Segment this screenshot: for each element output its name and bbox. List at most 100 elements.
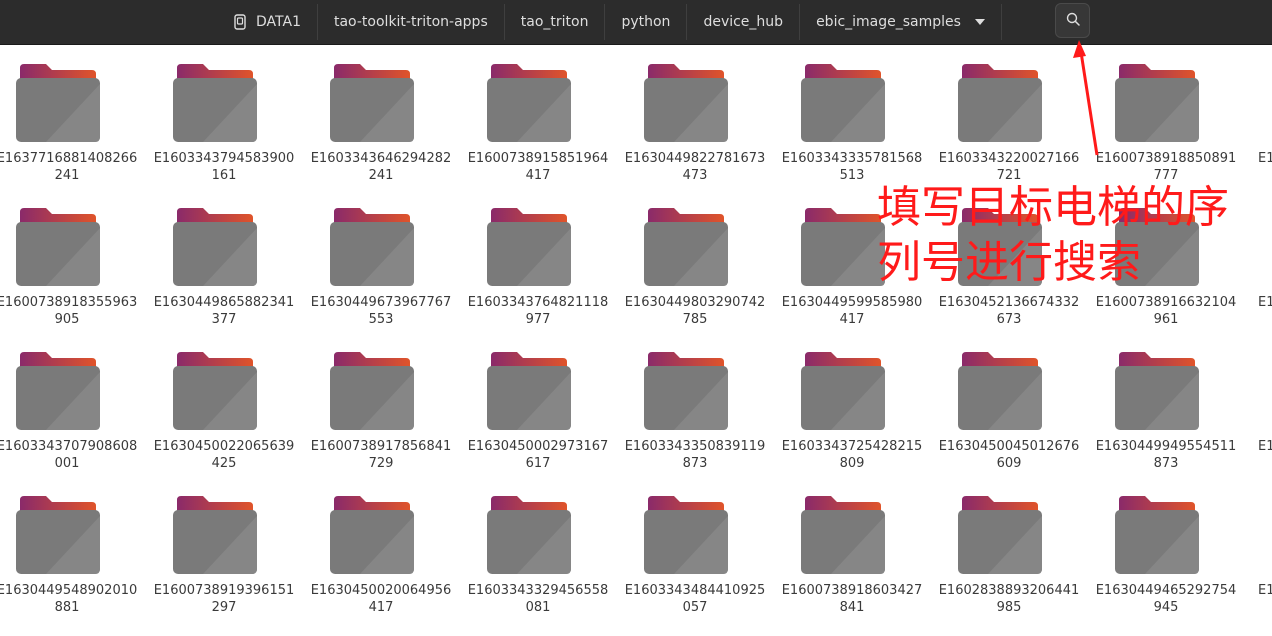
- folder-name-line-1: E1630449599585980: [781, 295, 923, 310]
- folder-name-line-1: E1600738918850891: [1095, 151, 1237, 166]
- breadcrumb-label: device_hub: [703, 14, 784, 30]
- folder-item[interactable]: E1603343484410925 057: [620, 476, 770, 616]
- folder-name-line-2: 241: [368, 168, 394, 183]
- folder-name-line-1: E1603343484410925: [624, 583, 766, 598]
- folder-name-partial[interactable]: E1: [1258, 582, 1272, 599]
- annotation-line-2: 列号进行搜索: [877, 237, 1141, 288]
- folder-item[interactable]: E1637716881408266 241: [0, 44, 142, 184]
- folder-item[interactable]: E1603343329456558 081: [463, 476, 613, 616]
- folder-name-line-2: 985: [996, 600, 1022, 615]
- folder-icon: [958, 64, 1042, 142]
- file-grid: E1637716881408266 241 E1603343794583900 …: [0, 44, 1272, 636]
- folder-name-line-2: 241: [54, 168, 80, 183]
- folder-name-partial[interactable]: E1: [1258, 294, 1272, 311]
- folder-name-line-1: E1630449865882341: [153, 295, 295, 310]
- folder-item[interactable]: E1603343707908608 001: [0, 332, 142, 472]
- folder-item[interactable]: E1600738918850891 777: [1091, 44, 1241, 184]
- breadcrumb-item-tao-toolkit-triton-apps[interactable]: tao-toolkit-triton-apps: [318, 4, 505, 40]
- folder-name-line-2: 473: [682, 168, 708, 183]
- breadcrumb-item-device-hub[interactable]: device_hub: [687, 4, 801, 40]
- folder-name-line-1: E1600738917856841: [310, 439, 452, 454]
- folder-name-partial[interactable]: E1: [1258, 438, 1272, 455]
- search-icon: [1066, 11, 1080, 30]
- folder-name-line-1: E1603343707908608: [0, 439, 138, 454]
- folder-icon: [487, 352, 571, 430]
- folder-item[interactable]: E1630450045012676 609: [934, 332, 1084, 472]
- folder-name: E1630450045012676 609: [934, 438, 1084, 472]
- folder-name: E1630450022065639 425: [149, 438, 299, 472]
- folder-icon: [173, 352, 257, 430]
- folder-icon: [1115, 64, 1199, 142]
- folder-name-partial[interactable]: E1: [1258, 150, 1272, 167]
- folder-name-line-2: 961: [1153, 312, 1179, 327]
- folder-name: E1630449465292754 945: [1091, 582, 1241, 616]
- folder-name-line-2: 377: [211, 312, 237, 327]
- folder-item[interactable]: E1630450020064956 417: [306, 476, 456, 616]
- folder-name-line-1: E1600738919396151: [153, 583, 295, 598]
- folder-name-line-1: E1630449803290742: [624, 295, 766, 310]
- folder-name-line-2: 785: [682, 312, 708, 327]
- breadcrumb-item-ebic-image-samples[interactable]: ebic_image_samples: [800, 4, 1002, 40]
- folder-name-line-2: 417: [368, 600, 394, 615]
- folder-name-line-2: 617: [525, 456, 551, 471]
- folder-item[interactable]: E1630449822781673 473: [620, 44, 770, 184]
- breadcrumb-label: tao_triton: [520, 14, 589, 30]
- folder-icon: [173, 496, 257, 574]
- folder-item[interactable]: E1603343646294282 241: [306, 44, 456, 184]
- folder-item[interactable]: E1603343764821118 977: [463, 188, 613, 328]
- folder-item[interactable]: E1602838893206441 985: [934, 476, 1084, 616]
- folder-name: E1600738918850891 777: [1091, 150, 1241, 184]
- folder-item[interactable]: E1630450002973167 617: [463, 332, 613, 472]
- folder-item[interactable]: E1630450022065639 425: [149, 332, 299, 472]
- folder-name-line-2: 001: [54, 456, 80, 471]
- search-button[interactable]: [1055, 3, 1090, 38]
- folder-item[interactable]: E1603343220027166 721: [934, 44, 1084, 184]
- folder-icon: [644, 496, 728, 574]
- folder-icon: [330, 64, 414, 142]
- folder-item[interactable]: E1600738915851964 417: [463, 44, 613, 184]
- folder-name: E1600738917856841 729: [306, 438, 456, 472]
- folder-item[interactable]: E1600738917856841 729: [306, 332, 456, 472]
- folder-item[interactable]: E1603343350839119 873: [620, 332, 770, 472]
- folder-item[interactable]: E1630449949554511 873: [1091, 332, 1241, 472]
- folder-name-line-1: E1630449465292754: [1095, 583, 1237, 598]
- folder-name: E1603343725428215 809: [777, 438, 927, 472]
- folder-icon: [487, 64, 571, 142]
- folder-icon: [801, 64, 885, 142]
- folder-name-line-1: E1603343725428215: [781, 439, 923, 454]
- chevron-down-icon[interactable]: [974, 19, 985, 25]
- breadcrumb-label: ebic_image_samples: [816, 14, 961, 30]
- breadcrumb-item-python[interactable]: python: [605, 4, 688, 40]
- folder-name: E1630449865882341 377: [149, 294, 299, 328]
- folder-name-line-1: E1603343329456558: [467, 583, 609, 598]
- folder-name-line-2: 841: [839, 600, 865, 615]
- folder-item[interactable]: E1603343725428215 809: [777, 332, 927, 472]
- breadcrumb-label: python: [621, 14, 671, 30]
- folder-name-line-2: 873: [682, 456, 708, 471]
- folder-name-line-2: 809: [839, 456, 865, 471]
- folder-item[interactable]: E1603343794583900 161: [149, 44, 299, 184]
- folder-name-line-1: E1630449949554511: [1095, 439, 1237, 454]
- folder-item[interactable]: E1603343335781568 513: [777, 44, 927, 184]
- folder-name-line-2: 057: [682, 600, 708, 615]
- breadcrumb-item-tao-triton[interactable]: tao_triton: [505, 4, 606, 40]
- folder-icon: [644, 352, 728, 430]
- folder-name-line-1: E1600738918603427: [781, 583, 923, 598]
- folder-item[interactable]: E1630449673967767 553: [306, 188, 456, 328]
- breadcrumb-label: tao-toolkit-triton-apps: [333, 14, 488, 30]
- folder-name-line-2: 729: [368, 456, 394, 471]
- folder-item[interactable]: E1600738919396151 297: [149, 476, 299, 616]
- folder-item[interactable]: E1600738918355963 905: [0, 188, 142, 328]
- folder-icon: [16, 496, 100, 574]
- folder-name-line-2: 905: [54, 312, 80, 327]
- folder-item[interactable]: E1600738918603427 841: [777, 476, 927, 616]
- folder-name: E1603343350839119 873: [620, 438, 770, 472]
- breadcrumb-item-data1[interactable]: DATA1: [218, 4, 318, 40]
- folder-icon: [801, 208, 885, 286]
- folder-item[interactable]: E1630449865882341 377: [149, 188, 299, 328]
- folder-item[interactable]: E1630449548902010 881: [0, 476, 142, 616]
- folder-item[interactable]: E1630449803290742 785: [620, 188, 770, 328]
- folder-name: E1603343220027166 721: [934, 150, 1084, 184]
- folder-item[interactable]: E1630449465292754 945: [1091, 476, 1241, 616]
- folder-name-line-2: 881: [54, 600, 80, 615]
